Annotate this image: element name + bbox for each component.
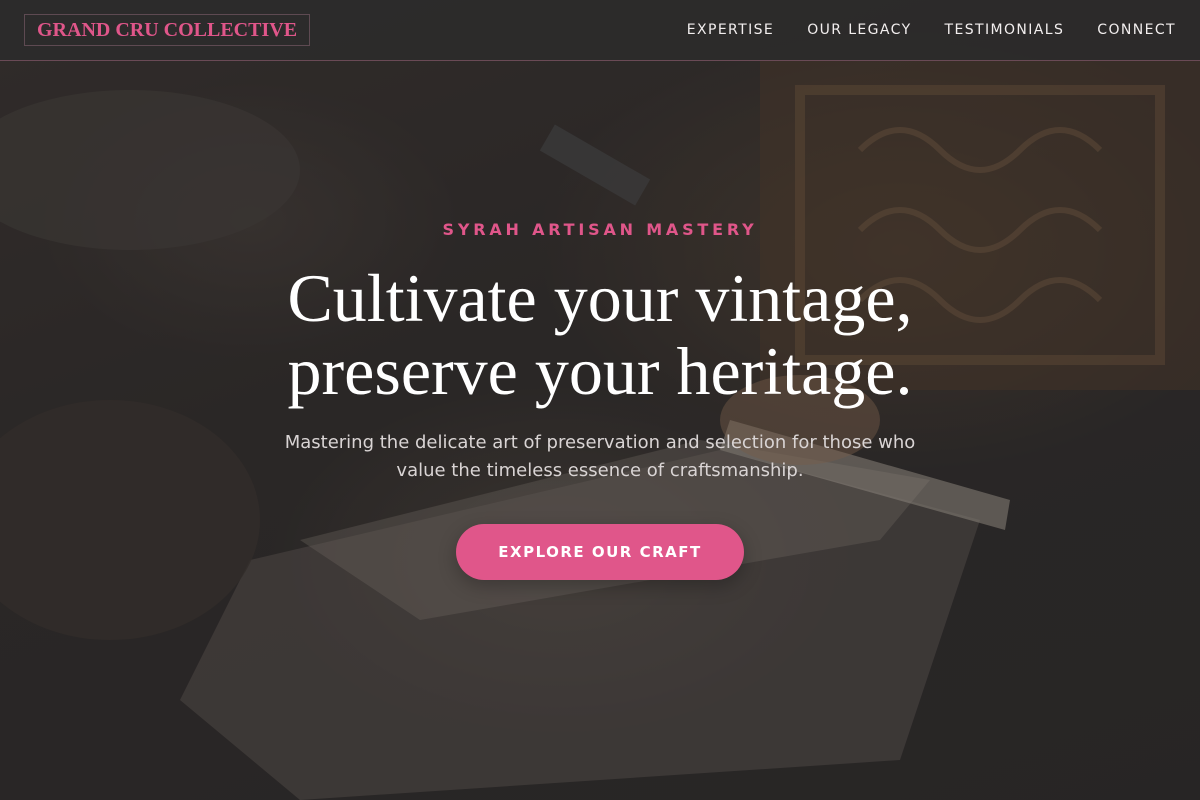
hero-section: SYRAH ARTISAN MASTERY Cultivate your vin… xyxy=(0,0,1200,800)
nav-link-expertise[interactable]: EXPERTISE xyxy=(687,22,774,38)
hero-headline: Cultivate your vintage, preserve your he… xyxy=(0,262,1200,408)
nav-link-our-legacy[interactable]: OUR LEGACY xyxy=(807,22,911,38)
nav-link-testimonials[interactable]: TESTIMONIALS xyxy=(945,22,1065,38)
nav-link-connect[interactable]: CONNECT xyxy=(1097,22,1176,38)
hero-eyebrow: SYRAH ARTISAN MASTERY xyxy=(442,220,758,239)
hero-headline-line-1: Cultivate your vintage, xyxy=(287,260,913,336)
hero-subtitle: Mastering the delicate art of preservati… xyxy=(284,432,916,481)
top-navbar: GRAND CRU COLLECTIVE EXPERTISE OUR LEGAC… xyxy=(0,0,1200,61)
hero-content: SYRAH ARTISAN MASTERY Cultivate your vin… xyxy=(0,0,1200,800)
brand-logo[interactable]: GRAND CRU COLLECTIVE xyxy=(24,14,311,46)
explore-craft-button[interactable]: EXPLORE OUR CRAFT xyxy=(456,524,744,580)
nav-links: EXPERTISE OUR LEGACY TESTIMONIALS CONNEC… xyxy=(687,0,1176,60)
hero-headline-line-2: preserve your heritage. xyxy=(287,333,913,409)
